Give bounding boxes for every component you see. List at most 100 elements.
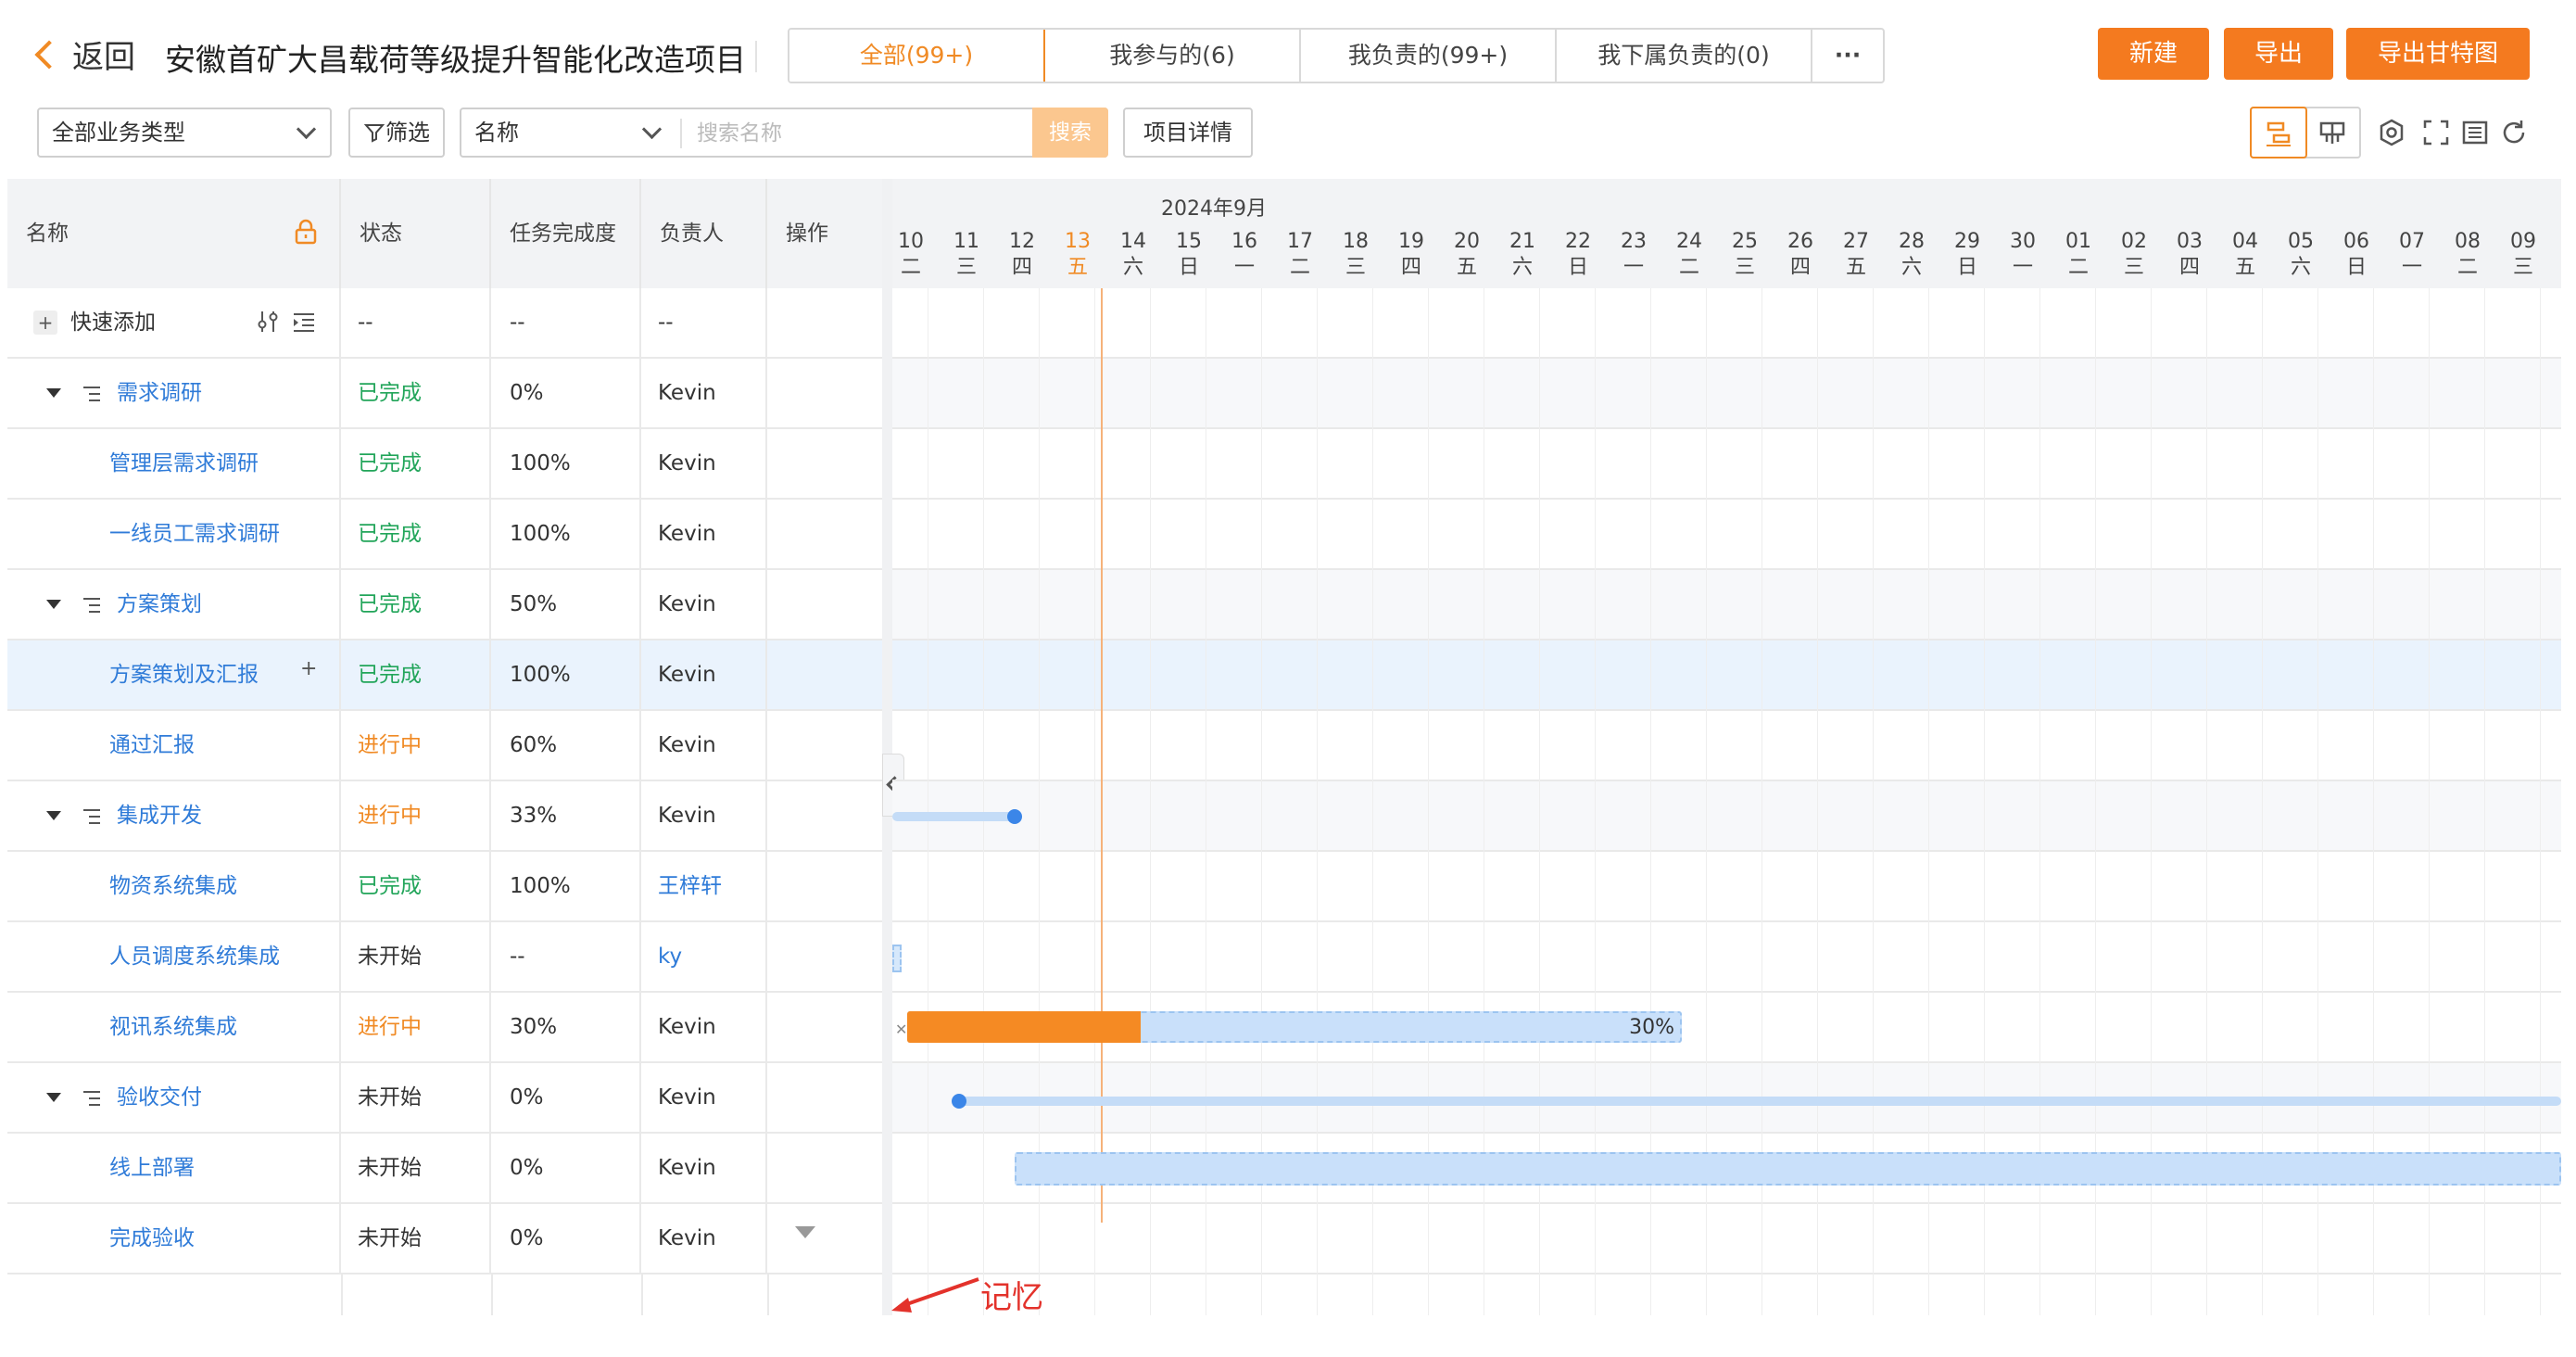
owner-cell[interactable]: Kevin bbox=[641, 640, 767, 709]
search-input[interactable] bbox=[695, 115, 1023, 152]
plus-icon[interactable]: + bbox=[33, 311, 57, 335]
search-field-select[interactable]: 名称 bbox=[474, 109, 519, 156]
task-name-link[interactable]: 视讯系统集成 bbox=[109, 993, 237, 1061]
expand-caret-icon[interactable] bbox=[46, 1093, 61, 1102]
bar-integration-dev[interactable] bbox=[892, 812, 1013, 821]
chevron-down-icon bbox=[296, 119, 317, 140]
table-row[interactable]: 方案策划 已完成 50% Kevin bbox=[7, 570, 882, 640]
task-name-link[interactable]: 一线员工需求调研 bbox=[109, 500, 280, 568]
status-cell[interactable]: 未开始 bbox=[341, 1134, 491, 1202]
owner-cell[interactable]: Kevin bbox=[641, 711, 767, 780]
expand-caret-icon[interactable] bbox=[46, 600, 61, 609]
status-cell[interactable]: 已完成 bbox=[341, 500, 491, 568]
task-name-link[interactable]: 方案策划 bbox=[117, 570, 202, 639]
table-row[interactable]: 管理层需求调研 已完成 100% Kevin bbox=[7, 429, 882, 500]
task-name-link[interactable]: 验收交付 bbox=[117, 1063, 202, 1132]
status-cell[interactable]: 未开始 bbox=[341, 1204, 491, 1273]
status-cell[interactable]: 已完成 bbox=[341, 852, 491, 920]
table-row[interactable]: 完成验收 未开始 0% Kevin bbox=[7, 1204, 882, 1275]
export-gantt-button[interactable]: 导出甘特图 bbox=[2346, 28, 2530, 80]
quick-add-button[interactable]: 快速添加 bbox=[70, 288, 156, 357]
status-cell[interactable]: 未开始 bbox=[341, 922, 491, 991]
row-dropdown-icon[interactable] bbox=[795, 1226, 815, 1238]
col-name-label: 名称 bbox=[26, 222, 69, 246]
table-row[interactable]: 通过汇报 进行中 60% Kevin bbox=[7, 711, 882, 781]
bar-acceptance-delivery[interactable] bbox=[957, 1097, 2561, 1106]
gantt-view-button[interactable] bbox=[2250, 107, 2307, 159]
table-row[interactable]: 验收交付 未开始 0% Kevin bbox=[7, 1063, 882, 1134]
owner-cell[interactable]: Kevin bbox=[641, 1134, 767, 1202]
status-cell[interactable]: 已完成 bbox=[341, 429, 491, 498]
bar-handle-dot[interactable] bbox=[952, 1094, 966, 1109]
actions-cell bbox=[767, 852, 882, 920]
table-row[interactable]: 视讯系统集成 进行中 30% Kevin bbox=[7, 993, 882, 1063]
owner-cell[interactable]: 王梓轩 bbox=[641, 852, 767, 920]
table-row[interactable]: 物资系统集成 已完成 100% 王梓轩 bbox=[7, 852, 882, 922]
task-name-link[interactable]: 通过汇报 bbox=[109, 711, 195, 780]
project-detail-button[interactable]: 项目详情 bbox=[1123, 108, 1253, 158]
sliders-icon[interactable] bbox=[256, 309, 282, 335]
tab-all[interactable]: 全部(99+) bbox=[789, 30, 1045, 82]
refresh-icon[interactable] bbox=[2498, 117, 2530, 148]
bar-progress-label: 30% bbox=[1629, 1016, 1674, 1039]
status-cell[interactable]: 未开始 bbox=[341, 1063, 491, 1132]
task-name-link[interactable]: 完成验收 bbox=[109, 1204, 195, 1273]
owner-cell[interactable]: Kevin bbox=[641, 781, 767, 850]
owner-cell[interactable]: Kevin bbox=[641, 429, 767, 498]
owner-cell[interactable]: Kevin bbox=[641, 993, 767, 1061]
table-row[interactable]: 人员调度系统集成 未开始 -- ky bbox=[7, 922, 882, 993]
more-tabs-button[interactable]: ··· bbox=[1812, 30, 1883, 82]
task-name-link[interactable]: 集成开发 bbox=[117, 781, 202, 850]
status-cell[interactable]: 已完成 bbox=[341, 359, 491, 427]
new-button[interactable]: 新建 bbox=[2098, 28, 2209, 80]
pane-splitter[interactable] bbox=[882, 179, 892, 1315]
bar-personnel-integration[interactable] bbox=[892, 945, 902, 972]
search-button[interactable]: 搜索 bbox=[1032, 108, 1108, 158]
weekday: 日 bbox=[1567, 256, 1588, 279]
table-row[interactable]: 需求调研 已完成 0% Kevin bbox=[7, 359, 882, 429]
expand-caret-icon[interactable] bbox=[46, 811, 61, 820]
owner-cell[interactable]: Kevin bbox=[641, 570, 767, 639]
task-name-link[interactable]: 线上部署 bbox=[109, 1134, 195, 1202]
task-name-link[interactable]: 物资系统集成 bbox=[109, 852, 237, 920]
expand-caret-icon[interactable] bbox=[46, 388, 61, 398]
fullscreen-icon[interactable] bbox=[2420, 117, 2452, 148]
bar-video-integration[interactable]: 30% bbox=[907, 1011, 1682, 1043]
tab-subordinates[interactable]: 我下属负责的(0) bbox=[1557, 30, 1812, 82]
board-view-button[interactable] bbox=[2305, 108, 2359, 157]
bar-online-deploy[interactable] bbox=[1015, 1152, 2561, 1186]
table-row[interactable]: 一线员工需求调研 已完成 100% Kevin bbox=[7, 500, 882, 570]
weekday: 四 bbox=[1400, 256, 1421, 279]
export-button[interactable]: 导出 bbox=[2224, 28, 2333, 80]
bar-handle-dot[interactable] bbox=[1007, 809, 1022, 824]
outline-icon[interactable] bbox=[291, 309, 317, 335]
status-cell[interactable]: 进行中 bbox=[341, 711, 491, 780]
owner-cell[interactable]: Kevin bbox=[641, 1063, 767, 1132]
tab-participated[interactable]: 我参与的(6) bbox=[1045, 30, 1301, 82]
task-name-link[interactable]: 管理层需求调研 bbox=[109, 429, 259, 498]
task-name-link[interactable]: 人员调度系统集成 bbox=[109, 922, 280, 991]
lock-icon[interactable] bbox=[293, 218, 319, 246]
business-type-select[interactable]: 全部业务类型 bbox=[37, 108, 332, 158]
day-label: 08 二 bbox=[2449, 229, 2486, 281]
tab-responsible[interactable]: 我负责的(99+) bbox=[1301, 30, 1557, 82]
add-subtask-button[interactable]: + bbox=[300, 635, 317, 704]
filter-button[interactable]: 筛选 bbox=[348, 108, 445, 158]
status-cell[interactable]: 已完成 bbox=[341, 570, 491, 639]
list-settings-icon[interactable] bbox=[2459, 117, 2491, 148]
back-button[interactable]: 返回 bbox=[33, 32, 135, 77]
status-cell[interactable]: 进行中 bbox=[341, 993, 491, 1061]
owner-cell[interactable]: ky bbox=[641, 922, 767, 991]
table-row[interactable]: 方案策划及汇报 + 已完成 100% Kevin bbox=[7, 640, 882, 711]
owner-cell[interactable]: Kevin bbox=[641, 1204, 767, 1273]
owner-cell[interactable]: Kevin bbox=[641, 359, 767, 427]
status-cell[interactable]: 已完成 bbox=[341, 640, 491, 709]
status-cell[interactable]: 进行中 bbox=[341, 781, 491, 850]
task-name-link[interactable]: 需求调研 bbox=[117, 359, 202, 427]
table-row[interactable]: 线上部署 未开始 0% Kevin bbox=[7, 1134, 882, 1204]
task-name-link[interactable]: 方案策划及汇报 bbox=[109, 640, 259, 709]
owner-cell[interactable]: Kevin bbox=[641, 500, 767, 568]
day-number: 28 bbox=[1899, 230, 1925, 253]
settings-icon[interactable] bbox=[2376, 117, 2407, 148]
table-row[interactable]: 集成开发 进行中 33% Kevin bbox=[7, 781, 882, 852]
